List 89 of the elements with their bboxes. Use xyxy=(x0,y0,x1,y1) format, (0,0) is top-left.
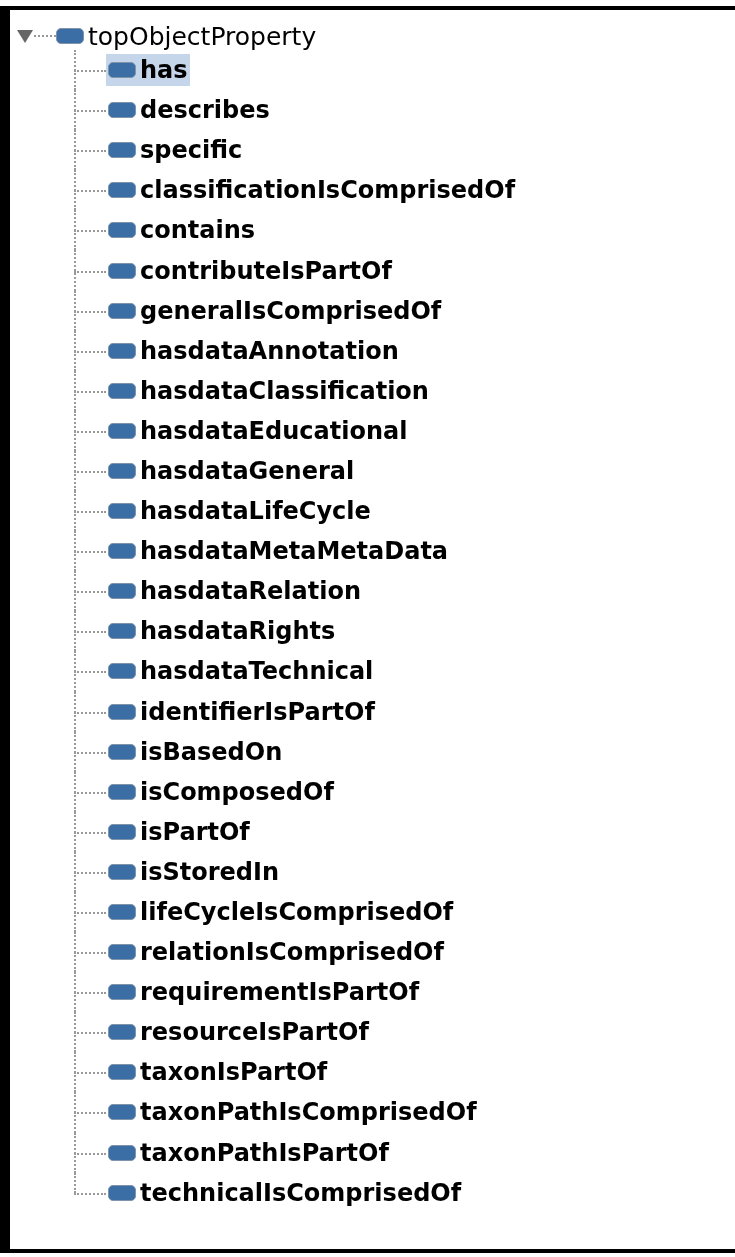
tree-line xyxy=(74,972,106,1013)
tree-item[interactable]: generalIsComprisedOf xyxy=(106,294,444,327)
property-icon xyxy=(108,703,136,720)
property-icon xyxy=(108,382,136,399)
tree-item[interactable]: hasdataEducational xyxy=(106,414,410,447)
tree-item[interactable]: hasdataTechnical xyxy=(106,655,376,688)
tree-item[interactable]: hasdataRights xyxy=(106,615,338,648)
property-icon xyxy=(108,62,136,79)
property-icon xyxy=(108,543,136,560)
tree-line xyxy=(74,851,106,892)
tree-line xyxy=(74,611,106,652)
property-icon xyxy=(108,863,136,880)
tree-line xyxy=(74,891,106,933)
tree-line xyxy=(74,410,106,451)
tree-line xyxy=(74,731,106,772)
property-icon xyxy=(108,102,136,119)
tree-item[interactable]: technicalIsComprisedOf xyxy=(106,1176,464,1209)
tree-line xyxy=(74,250,106,291)
tree-line xyxy=(74,691,106,732)
property-icon xyxy=(108,743,136,760)
tree-item[interactable]: hasdataLifeCycle xyxy=(106,495,373,528)
property-icon xyxy=(108,823,136,840)
tree-item[interactable]: hasdataMetaMetaData xyxy=(106,535,451,568)
tree-line xyxy=(74,932,106,973)
tree-item[interactable]: isStoredIn xyxy=(106,855,282,888)
tree-line xyxy=(74,571,106,612)
tree-line xyxy=(74,531,106,572)
property-icon xyxy=(108,583,136,600)
tree-item[interactable]: relationIsComprisedOf xyxy=(106,936,446,969)
tree-line xyxy=(74,771,106,812)
tree-line xyxy=(74,210,106,251)
property-icon xyxy=(108,302,136,319)
property-icon xyxy=(108,1064,136,1081)
property-icon xyxy=(108,1144,136,1161)
tree-item[interactable]: hasdataClassification xyxy=(106,374,431,407)
tree-item[interactable]: taxonPathIsComprisedOf xyxy=(106,1096,479,1129)
property-icon xyxy=(108,463,136,479)
tree-line xyxy=(74,130,106,171)
property-icon xyxy=(56,28,84,44)
property-icon xyxy=(108,623,136,640)
tree-item[interactable]: has xyxy=(106,54,190,87)
tree-item[interactable]: hasdataRelation xyxy=(106,575,364,608)
property-icon xyxy=(108,904,136,920)
tree-line xyxy=(74,1092,106,1133)
tree-item[interactable]: identifierIsPartOf xyxy=(106,695,377,728)
property-icon xyxy=(108,984,136,1001)
tree-item[interactable]: requirementIsPartOf xyxy=(106,976,422,1009)
tree-line xyxy=(74,90,106,131)
tree-item[interactable]: taxonIsPartOf xyxy=(106,1056,330,1089)
tree-line xyxy=(74,651,106,692)
property-icon xyxy=(108,663,136,680)
tree-item[interactable]: describes xyxy=(106,94,272,127)
property-icon xyxy=(108,142,136,159)
tree-line xyxy=(74,170,106,211)
tree-line xyxy=(74,330,106,371)
property-icon xyxy=(108,944,136,961)
tree-item[interactable]: hasdataAnnotation xyxy=(106,334,401,367)
tree-line xyxy=(74,1132,106,1173)
tree-line xyxy=(74,450,106,492)
property-icon xyxy=(108,503,136,520)
tree-item[interactable]: contributeIsPartOf xyxy=(106,254,394,287)
tree-line xyxy=(74,491,106,532)
tree-item[interactable]: taxonPathIsPartOf xyxy=(106,1136,391,1169)
property-icon xyxy=(108,262,136,279)
property-icon xyxy=(108,222,136,239)
property-icon xyxy=(108,182,136,199)
property-icon xyxy=(108,1024,136,1041)
property-icon xyxy=(108,783,136,800)
tree-item[interactable]: topObjectProperty xyxy=(88,23,317,49)
tree-item[interactable]: isBasedOn xyxy=(106,735,285,768)
tree-item[interactable]: specific xyxy=(106,134,245,167)
tree-item[interactable]: hasdataGeneral xyxy=(106,455,357,487)
tree-item[interactable]: lifeCycleIsComprisedOf xyxy=(106,896,456,928)
tree-line xyxy=(74,1012,106,1053)
tree-line xyxy=(74,290,106,331)
property-icon xyxy=(108,422,136,439)
property-icon xyxy=(108,1184,136,1201)
tree-item[interactable]: contains xyxy=(106,214,258,247)
tree-item[interactable]: classificationIsComprisedOf xyxy=(106,174,518,207)
tree-item[interactable]: isComposedOf xyxy=(106,775,336,808)
collapse-arrow-icon[interactable] xyxy=(16,28,34,44)
tree-line xyxy=(74,370,106,411)
tree-line xyxy=(74,1052,106,1093)
property-icon xyxy=(108,1104,136,1121)
tree-item[interactable]: isPartOf xyxy=(106,815,252,848)
tree-line xyxy=(74,50,106,91)
tree-line xyxy=(74,811,106,852)
tree-item[interactable]: resourceIsPartOf xyxy=(106,1016,371,1049)
property-icon xyxy=(108,342,136,359)
